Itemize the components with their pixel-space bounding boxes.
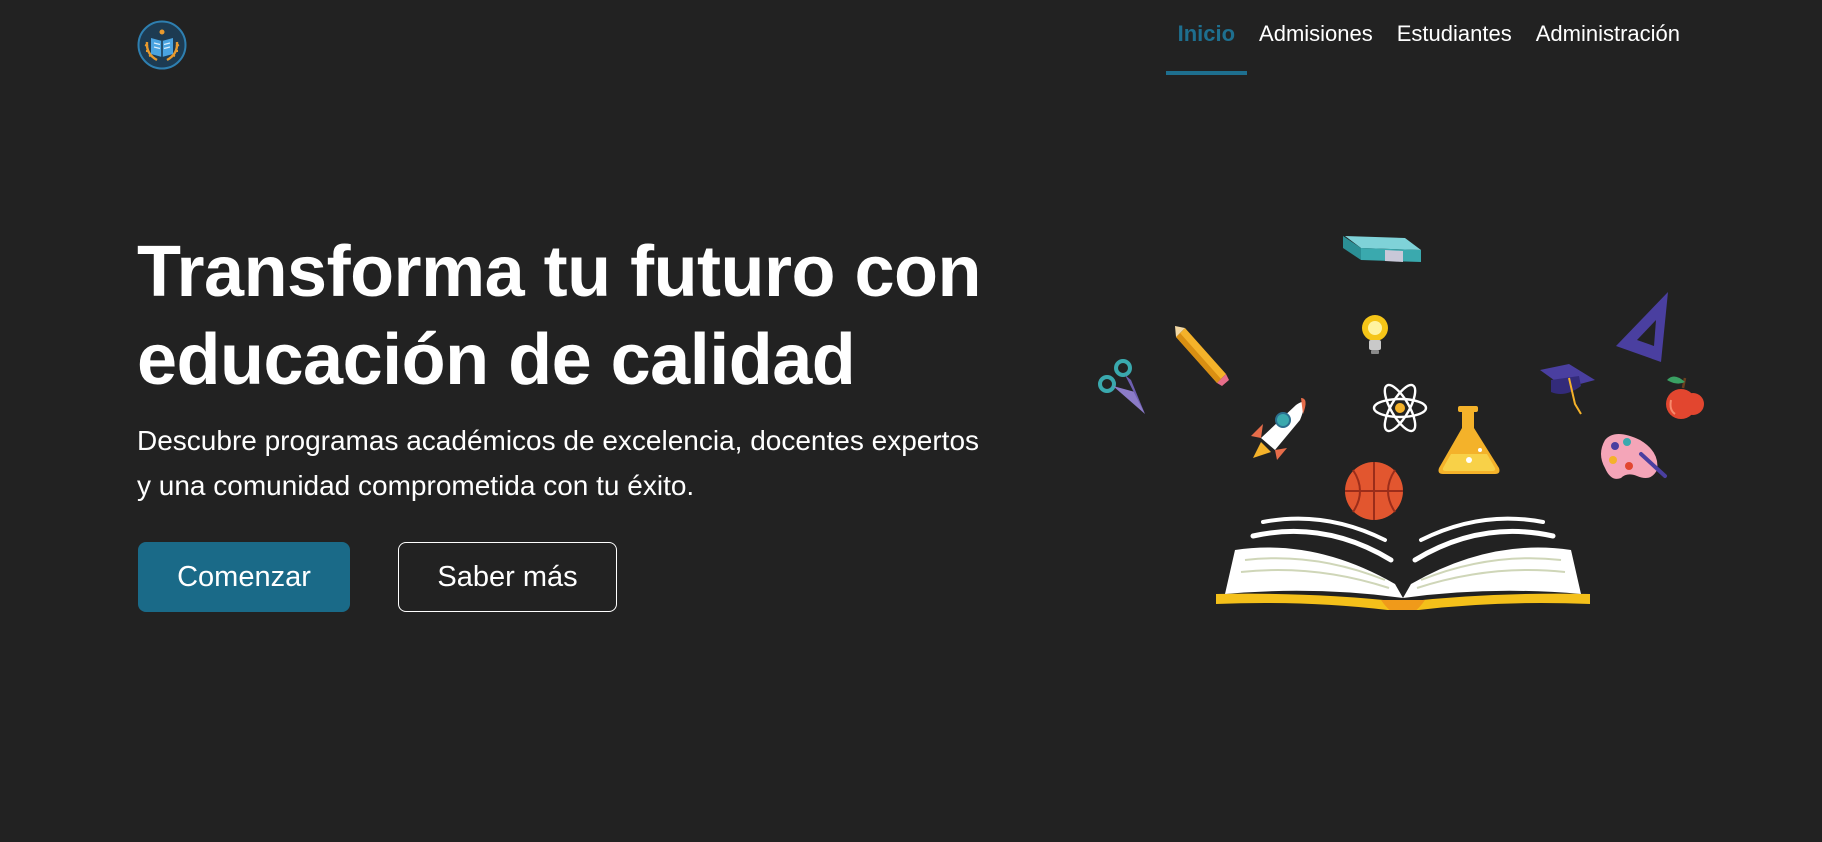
learn-more-button[interactable]: Saber más [398,542,617,612]
graduation-cap-icon [1540,364,1595,415]
lightbulb-icon [1362,315,1388,354]
nav-item-administracion[interactable]: Administración [1524,0,1692,75]
hero-title: Transforma tu futuro con educación de ca… [137,232,982,400]
nav-item-estudiantes[interactable]: Estudiantes [1385,0,1524,75]
nav-item-label: Administración [1535,20,1680,46]
rocket-icon [1251,398,1306,460]
nav-item-label: Admisiones [1259,20,1373,46]
atom-icon [1372,383,1428,433]
education-illustration [1098,236,1704,610]
school-logo-icon[interactable] [137,20,187,70]
palette-icon [1601,434,1667,479]
nav-item-label: Estudiantes [1396,20,1512,46]
nav-item-admisiones[interactable]: Admisiones [1247,0,1385,75]
book-icon [1343,236,1421,262]
scissors-icon [1098,359,1145,414]
basketball-icon [1345,462,1403,520]
flask-icon [1438,406,1500,474]
nav-item-inicio[interactable]: Inicio [1165,0,1248,75]
main-navigation: Inicio Admisiones Estudiantes Administra… [1165,0,1692,75]
hero-description: Descubre programas académicos de excelen… [137,425,980,501]
open-book-icon [1216,516,1590,610]
start-button[interactable]: Comenzar [138,542,350,612]
pencil-icon [1175,326,1229,386]
set-square-icon [1616,292,1668,362]
apple-icon [1666,376,1704,419]
page: Inicio Admisiones Estudiantes Administra… [0,0,1822,842]
nav-item-label: Inicio [1177,20,1236,46]
